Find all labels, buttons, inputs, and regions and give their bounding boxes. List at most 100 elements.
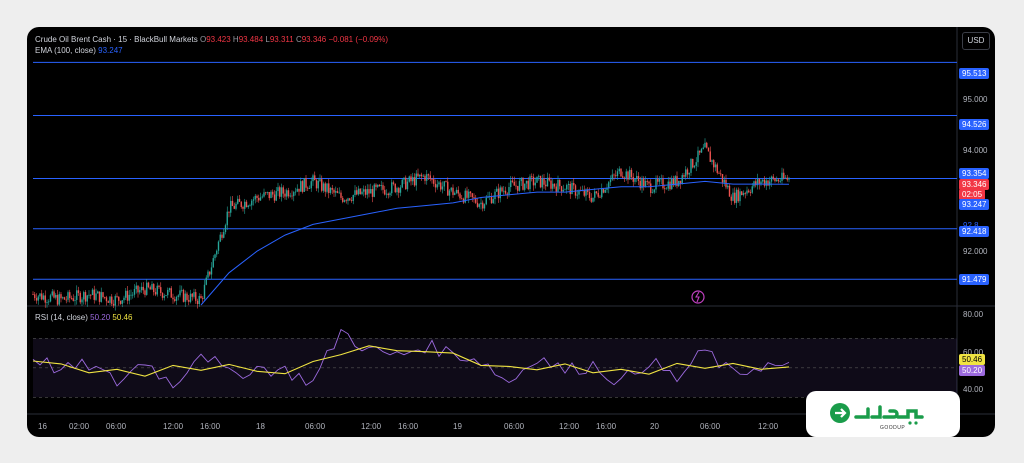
candle-body <box>111 296 113 304</box>
candle-body <box>235 203 237 209</box>
candle-body <box>636 176 638 179</box>
candle-body <box>224 225 227 233</box>
candle-body <box>555 186 557 192</box>
candle-body <box>273 194 276 201</box>
candle-body <box>177 295 179 298</box>
candle-body <box>270 191 272 199</box>
candle-body <box>62 297 64 299</box>
candle-body <box>426 174 428 181</box>
candle-body <box>492 199 494 204</box>
candle-body <box>634 178 636 182</box>
candle-body <box>326 183 328 192</box>
candle-body <box>39 293 41 297</box>
candle-body <box>620 168 622 177</box>
candle-body <box>618 168 620 172</box>
candle-body <box>727 185 729 188</box>
candle-body <box>751 186 753 193</box>
candle-body <box>594 191 596 198</box>
candle-body <box>268 192 270 199</box>
candle-body <box>679 180 682 184</box>
candle-body <box>212 258 214 268</box>
candle-body <box>324 183 326 192</box>
candle-body <box>347 198 349 201</box>
candle-body <box>231 200 234 206</box>
candle-body <box>366 189 368 195</box>
candle-body <box>657 178 659 182</box>
candle-body <box>193 292 195 297</box>
candle-body <box>443 181 445 187</box>
candle-body <box>336 191 339 193</box>
candle-body <box>513 181 515 186</box>
candle-body <box>233 205 235 209</box>
candle-body <box>518 181 521 191</box>
candle-body <box>413 177 416 186</box>
candle-body <box>485 197 487 205</box>
chart-canvas[interactable] <box>27 27 995 437</box>
candle-body <box>104 297 106 298</box>
candle-body <box>109 296 111 303</box>
candle-body <box>664 188 666 190</box>
currency-button[interactable]: USD <box>962 32 990 50</box>
candle-body <box>735 189 738 203</box>
candle-body <box>331 187 333 190</box>
candle-body <box>716 164 718 173</box>
high-value: 93.484 <box>238 35 264 44</box>
candle-body <box>359 188 361 195</box>
time-tick: 18 <box>256 422 265 431</box>
candle-body <box>200 296 202 299</box>
candle-body <box>415 173 417 186</box>
candle-body <box>436 184 438 188</box>
rsi-legend[interactable]: RSI (14, close) 50.20 50.46 <box>35 313 132 323</box>
candle-body <box>153 284 155 293</box>
candle-body <box>296 188 298 192</box>
candle-body <box>629 169 631 180</box>
candle-body <box>455 189 458 193</box>
candle-body <box>123 297 125 301</box>
candle-body <box>53 291 55 298</box>
candle-body <box>315 180 318 189</box>
low-value: 93.311 <box>269 35 294 44</box>
candle-body <box>613 174 615 176</box>
candle-body <box>541 178 543 188</box>
candle-body <box>284 193 286 197</box>
candle-body <box>566 185 568 190</box>
candle-body <box>132 294 134 296</box>
candle-body <box>686 169 689 175</box>
candle-body <box>156 285 158 295</box>
candle-body <box>237 198 239 204</box>
candle-body <box>361 191 363 195</box>
candle-body <box>394 183 396 193</box>
candle-body <box>174 299 176 301</box>
candle-body <box>126 290 129 301</box>
candle-body <box>564 189 566 191</box>
candle-body <box>742 193 745 196</box>
candle-body <box>289 195 291 197</box>
candle-body <box>515 185 517 187</box>
candle-body <box>179 290 181 296</box>
candle-body <box>490 196 493 204</box>
candle-body <box>186 293 188 300</box>
candle-body <box>349 198 351 201</box>
candle-body <box>125 290 127 298</box>
candle-body <box>454 192 456 195</box>
candle-body <box>497 188 500 199</box>
candle-body <box>445 181 447 183</box>
candle-body <box>539 175 542 188</box>
candle-body <box>42 295 45 300</box>
candle-body <box>210 267 213 275</box>
candle-body <box>107 301 109 303</box>
candle-body <box>471 193 473 198</box>
candle-body <box>545 184 547 187</box>
candle-body <box>700 148 703 153</box>
candle-body <box>573 182 575 186</box>
candle-body <box>690 158 692 173</box>
candle-body <box>783 172 785 179</box>
candle-body <box>181 289 183 291</box>
candle-body <box>119 300 122 304</box>
candle-body <box>298 188 300 192</box>
candle-body <box>170 288 172 298</box>
candle-body <box>707 147 710 152</box>
candle-body <box>702 147 704 149</box>
candle-body <box>522 178 524 190</box>
ema-legend[interactable]: EMA (100, close) 93.247 <box>35 46 123 56</box>
